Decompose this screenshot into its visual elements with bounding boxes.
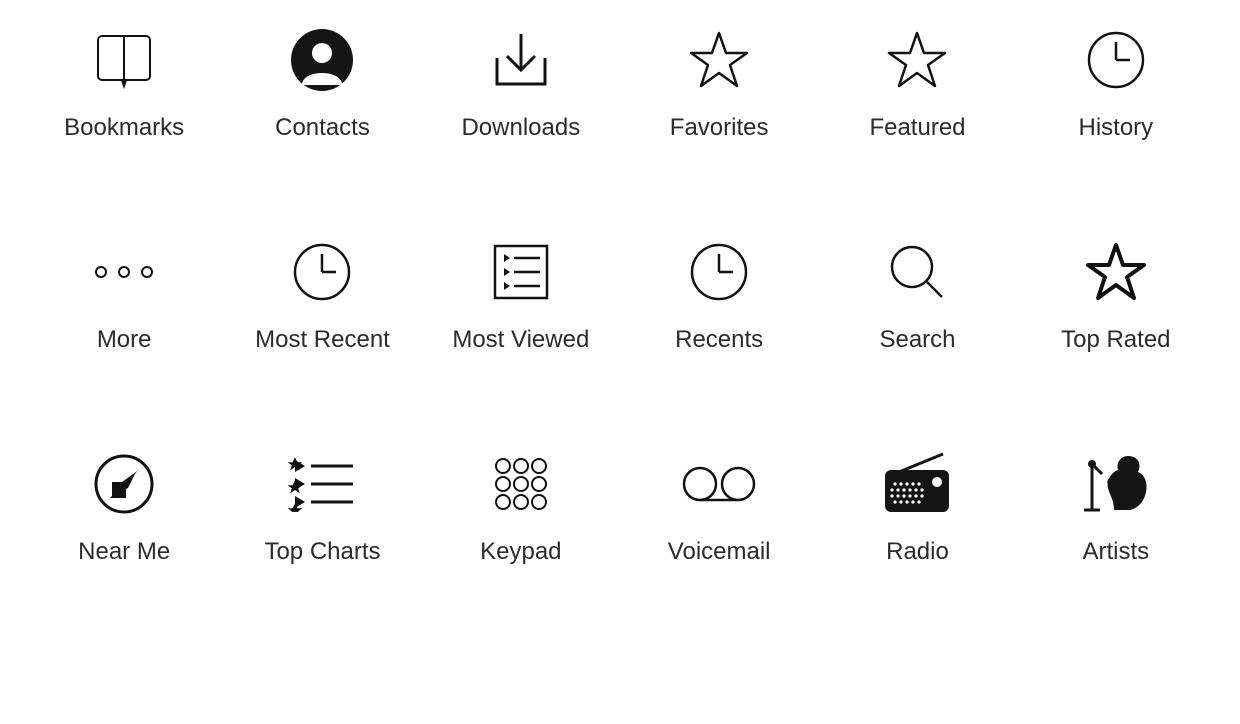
radio-icon — [877, 444, 957, 524]
icon-label: Artists — [1082, 538, 1149, 566]
icon-label: Top Charts — [264, 538, 380, 566]
icon-label: Featured — [869, 114, 965, 142]
icon-grid: Bookmarks Contacts Downloads Fav — [0, 0, 1240, 606]
most-recent-icon — [282, 232, 362, 312]
downloads-icon — [481, 20, 561, 100]
artists-icon — [1076, 444, 1156, 524]
icon-label: History — [1078, 114, 1153, 142]
icon-label: Voicemail — [668, 538, 771, 566]
icon-label: Near Me — [78, 538, 170, 566]
contacts-icon — [282, 20, 362, 100]
icon-label: Contacts — [275, 114, 370, 142]
icon-cell-more[interactable]: More — [30, 232, 218, 354]
icon-cell-downloads[interactable]: Downloads — [427, 20, 615, 142]
near-me-icon — [84, 444, 164, 524]
search-icon — [877, 232, 957, 312]
icon-cell-recents[interactable]: Recents — [625, 232, 813, 354]
icon-cell-radio[interactable]: Radio — [823, 444, 1011, 566]
top-rated-icon — [1076, 232, 1156, 312]
bookmarks-icon — [84, 20, 164, 100]
icon-cell-voicemail[interactable]: Voicemail — [625, 444, 813, 566]
icon-label: Downloads — [461, 114, 580, 142]
icon-cell-bookmarks[interactable]: Bookmarks — [30, 20, 218, 142]
icon-label: Most Viewed — [452, 326, 589, 354]
history-icon — [1076, 20, 1156, 100]
icon-label: Keypad — [480, 538, 561, 566]
icon-cell-top-charts[interactable]: Top Charts — [228, 444, 416, 566]
keypad-icon — [481, 444, 561, 524]
icon-cell-most-recent[interactable]: Most Recent — [228, 232, 416, 354]
icon-cell-contacts[interactable]: Contacts — [228, 20, 416, 142]
icon-cell-search[interactable]: Search — [823, 232, 1011, 354]
icon-cell-history[interactable]: History — [1022, 20, 1210, 142]
icon-label: Radio — [886, 538, 949, 566]
icon-cell-artists[interactable]: Artists — [1022, 444, 1210, 566]
icon-label: Top Rated — [1061, 326, 1170, 354]
icon-label: Bookmarks — [64, 114, 184, 142]
icon-label: More — [97, 326, 152, 354]
voicemail-icon — [679, 444, 759, 524]
icon-cell-keypad[interactable]: Keypad — [427, 444, 615, 566]
recents-icon — [679, 232, 759, 312]
top-charts-icon — [282, 444, 362, 524]
icon-label: Search — [879, 326, 955, 354]
icon-label: Favorites — [670, 114, 769, 142]
most-viewed-icon — [481, 232, 561, 312]
icon-cell-featured[interactable]: Featured — [823, 20, 1011, 142]
icon-cell-most-viewed[interactable]: Most Viewed — [427, 232, 615, 354]
icon-cell-favorites[interactable]: Favorites — [625, 20, 813, 142]
icon-cell-near-me[interactable]: Near Me — [30, 444, 218, 566]
icon-label: Most Recent — [255, 326, 390, 354]
icon-label: Recents — [675, 326, 763, 354]
featured-icon — [877, 20, 957, 100]
more-icon — [84, 232, 164, 312]
icon-cell-top-rated[interactable]: Top Rated — [1022, 232, 1210, 354]
favorites-icon — [679, 20, 759, 100]
